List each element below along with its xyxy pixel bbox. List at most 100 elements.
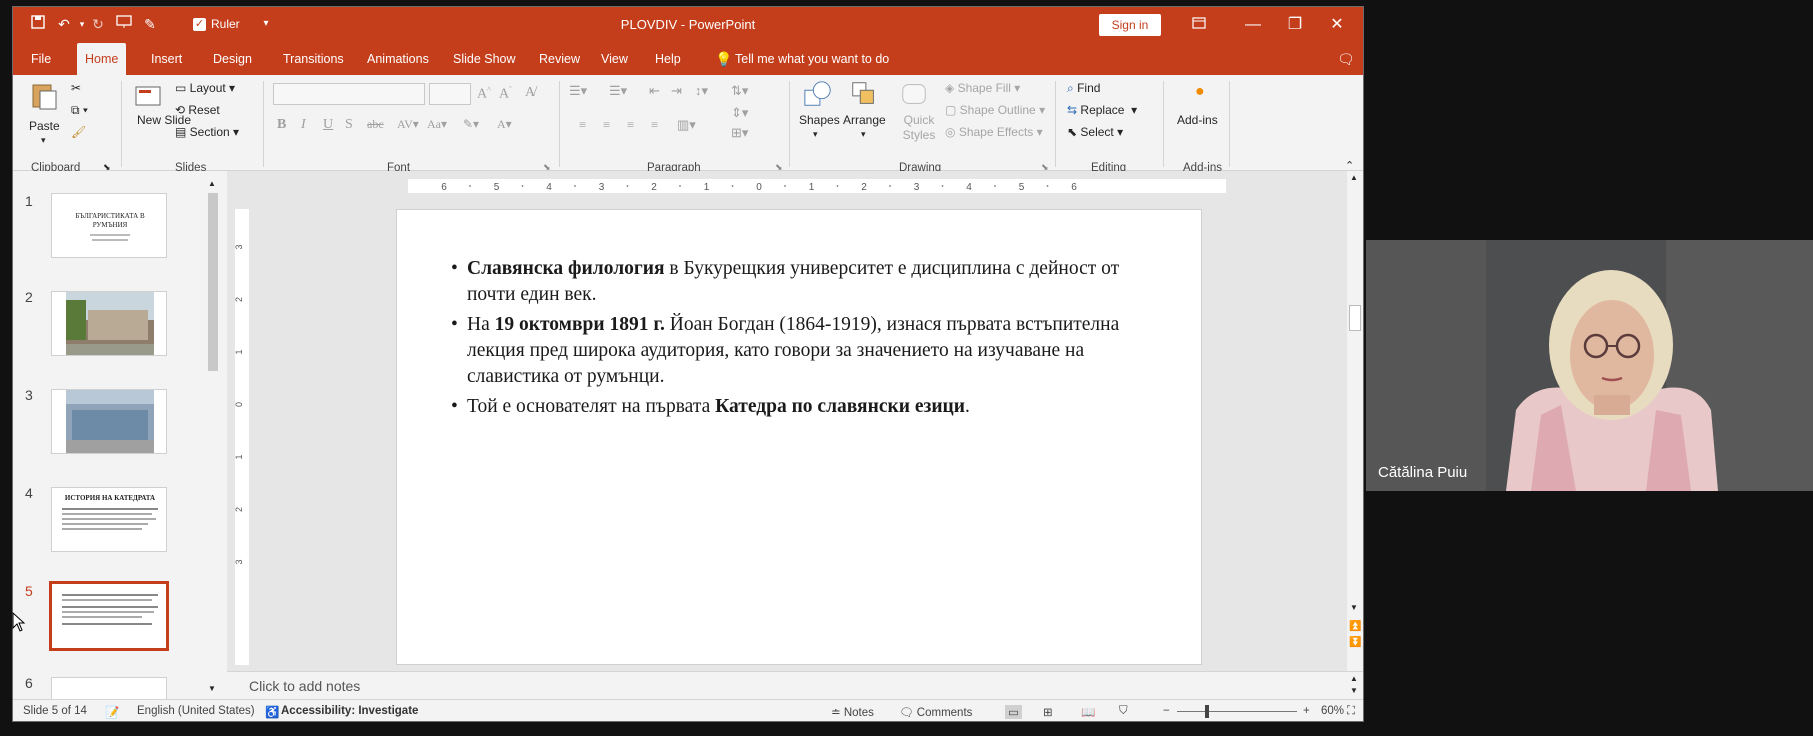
- decrease-font-icon[interactable]: Aˇ: [499, 85, 512, 103]
- underline-icon[interactable]: U: [323, 117, 333, 133]
- slide-thumbnail-6[interactable]: [51, 677, 167, 699]
- font-name-combo[interactable]: [273, 83, 425, 105]
- align-left-icon[interactable]: ≡: [579, 117, 586, 133]
- scroll-up-icon[interactable]: ▲: [1350, 173, 1358, 182]
- shape-fill-button[interactable]: ◈ Shape Fill ▾: [945, 81, 1020, 95]
- select-button[interactable]: ⬉ Select ▾: [1067, 125, 1123, 139]
- quick-styles-icon[interactable]: [899, 79, 929, 109]
- zoom-slider[interactable]: [1177, 711, 1297, 712]
- shapes-dropdown-icon[interactable]: ▾: [813, 129, 818, 140]
- tab-animations[interactable]: Animations: [359, 43, 437, 75]
- fit-slide-icon[interactable]: ⛶: [1347, 705, 1355, 718]
- strikethrough-icon[interactable]: abc: [367, 117, 384, 132]
- slideshow-icon[interactable]: ⛉: [1119, 705, 1128, 718]
- scroll-thumb[interactable]: [208, 193, 218, 371]
- minimize-icon[interactable]: —: [1233, 13, 1273, 37]
- arrange-button[interactable]: Arrange: [843, 113, 886, 127]
- slide-thumbnail-3[interactable]: [51, 389, 167, 454]
- bullets-icon[interactable]: ☰▾: [569, 83, 587, 99]
- tab-insert[interactable]: Insert: [143, 43, 190, 75]
- slide-body-text[interactable]: Славянска филология в Букурещкия универс…: [451, 256, 1171, 424]
- language-status[interactable]: English (United States): [137, 705, 255, 717]
- shapes-button[interactable]: Shapes: [799, 113, 840, 127]
- tab-review[interactable]: Review: [531, 43, 588, 75]
- quick-styles-button[interactable]: Quick Styles: [899, 113, 939, 143]
- previous-slide-icon[interactable]: ⏫: [1349, 621, 1361, 632]
- accessibility-status[interactable]: Accessibility: Investigate: [281, 705, 418, 717]
- shadow-icon[interactable]: S: [345, 117, 353, 133]
- replace-button[interactable]: ⇆ Replace ▾: [1067, 103, 1137, 117]
- section-button[interactable]: ▤ Section ▾: [175, 125, 239, 139]
- accessibility-icon[interactable]: ♿: [265, 705, 279, 719]
- decrease-indent-icon[interactable]: ⇤: [649, 83, 660, 99]
- reading-view-icon[interactable]: 📖: [1081, 705, 1095, 719]
- zoom-slider-thumb[interactable]: [1205, 705, 1209, 718]
- italic-icon[interactable]: I: [301, 117, 306, 133]
- paste-dropdown-icon[interactable]: ▾: [41, 135, 46, 146]
- clear-formatting-icon[interactable]: A̸: [525, 85, 535, 101]
- close-icon[interactable]: ✕: [1317, 13, 1357, 37]
- arrange-icon[interactable]: [849, 79, 879, 109]
- align-center-icon[interactable]: ≡: [603, 117, 610, 133]
- font-color-icon[interactable]: A▾: [497, 117, 512, 132]
- tab-design[interactable]: Design: [205, 43, 260, 75]
- arrange-dropdown-icon[interactable]: ▾: [861, 129, 866, 140]
- scroll-up-icon[interactable]: ▲: [208, 179, 216, 188]
- columns-icon[interactable]: ▥▾: [677, 117, 696, 133]
- thumbnail-scrollbar[interactable]: ▲ ▼: [205, 179, 221, 693]
- format-painter-icon[interactable]: 🖌: [71, 125, 86, 139]
- find-button[interactable]: ⌕ Find: [1067, 81, 1100, 96]
- layout-button[interactable]: ▭ Layout ▾: [175, 81, 235, 95]
- tab-transitions[interactable]: Transitions: [275, 43, 352, 75]
- sign-in-button[interactable]: Sign in: [1099, 14, 1161, 36]
- scroll-down-icon[interactable]: ▼: [208, 684, 216, 693]
- addins-icon[interactable]: ●: [1195, 83, 1205, 101]
- tab-help[interactable]: Help: [647, 43, 689, 75]
- spell-check-icon[interactable]: 📝: [105, 705, 119, 719]
- justify-icon[interactable]: ≡: [651, 117, 658, 133]
- slide-thumbnail-1[interactable]: БЪЛГАРИСТИКАТА В РУМЪНИЯ: [51, 193, 167, 258]
- copy-icon[interactable]: ⧉ ▾: [71, 103, 88, 118]
- paste-icon[interactable]: [29, 81, 59, 111]
- increase-font-icon[interactable]: A^: [477, 85, 491, 103]
- next-slide-icon[interactable]: ⏬: [1349, 637, 1361, 648]
- cut-icon[interactable]: ✂: [71, 81, 81, 95]
- slide-canvas[interactable]: Славянска филология в Букурещкия универс…: [396, 209, 1202, 665]
- zoom-level[interactable]: 60%: [1321, 705, 1344, 717]
- scroll-down-icon[interactable]: ▼: [1350, 686, 1358, 695]
- normal-view-icon[interactable]: ▭: [1005, 705, 1022, 719]
- highlight-icon[interactable]: ✎▾: [463, 117, 479, 132]
- change-case-icon[interactable]: Aa▾: [427, 117, 447, 132]
- comments-icon[interactable]: 🗨: [1329, 43, 1363, 75]
- reset-button[interactable]: ⟲ Reset: [175, 103, 220, 117]
- zoom-out-icon[interactable]: −: [1163, 705, 1170, 717]
- font-size-combo[interactable]: [429, 83, 471, 105]
- tab-home[interactable]: Home: [77, 43, 127, 75]
- shape-outline-button[interactable]: ▢ Shape Outline ▾: [945, 103, 1045, 117]
- scroll-up-icon[interactable]: ▲: [1350, 674, 1358, 683]
- addins-button[interactable]: Add-ins: [1177, 113, 1218, 127]
- notes-button[interactable]: ≐ Notes: [831, 705, 874, 719]
- new-slide-icon[interactable]: [133, 81, 163, 111]
- bold-icon[interactable]: B: [277, 117, 286, 133]
- slide-thumbnail-2[interactable]: [51, 291, 167, 356]
- slide-thumbnail-4[interactable]: ИСТОРИЯ НА КАТЕДРАТА: [51, 487, 167, 552]
- align-text-icon[interactable]: ⇕▾: [731, 105, 748, 121]
- slide-thumbnail-5[interactable]: [49, 581, 169, 651]
- scroll-down-icon[interactable]: ▼: [1350, 603, 1358, 612]
- comments-button[interactable]: 🗨 Comments: [899, 705, 972, 719]
- zoom-in-icon[interactable]: +: [1303, 705, 1310, 717]
- shape-effects-button[interactable]: ◎ Shape Effects ▾: [945, 125, 1043, 139]
- slide-sorter-icon[interactable]: ⊞: [1043, 705, 1053, 719]
- paste-button[interactable]: Paste: [29, 119, 60, 133]
- increase-indent-icon[interactable]: ⇥: [671, 83, 682, 99]
- tab-view[interactable]: View: [593, 43, 636, 75]
- smartart-icon[interactable]: ⊞▾: [731, 125, 748, 141]
- tab-file[interactable]: File: [23, 43, 59, 75]
- line-spacing-icon[interactable]: ↕▾: [695, 83, 708, 99]
- ribbon-display-icon[interactable]: [1179, 13, 1219, 37]
- editor-scrollbar[interactable]: ▲ ▼ ⏫ ⏬: [1347, 171, 1363, 671]
- character-spacing-icon[interactable]: AV▾: [397, 117, 419, 132]
- scroll-thumb[interactable]: [1349, 305, 1361, 331]
- tab-slide-show[interactable]: Slide Show: [445, 43, 524, 75]
